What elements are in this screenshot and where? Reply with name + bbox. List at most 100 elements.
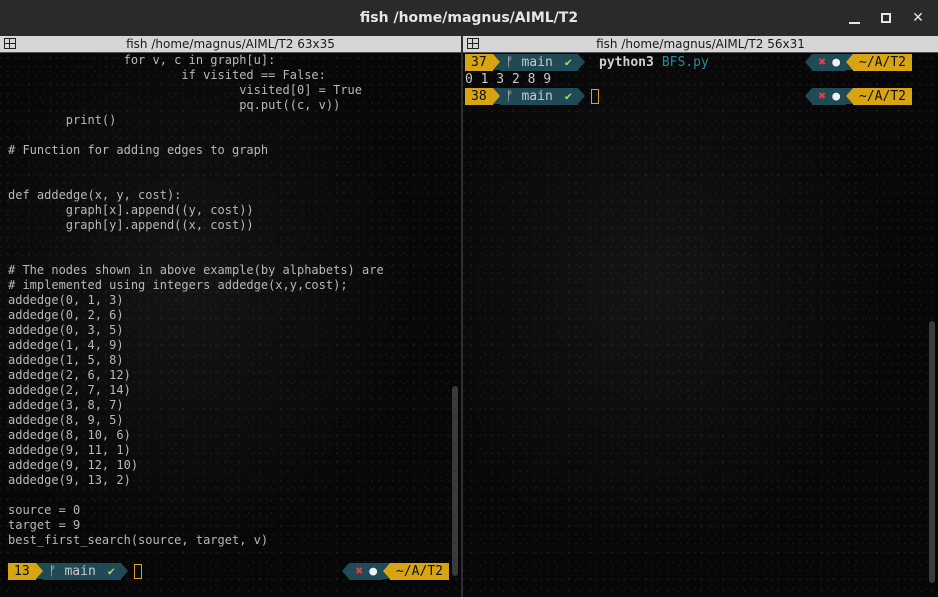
line-number-badge: 13 [8, 563, 36, 580]
text-cursor[interactable] [591, 89, 600, 104]
status-segment: ✖ ● [812, 54, 847, 71]
branch-name: main [521, 55, 553, 70]
shell-prompt: 37 ᚠ main ✔ python3 BFS.py [465, 54, 709, 71]
code-line: addedge(8, 9, 5) [8, 413, 124, 427]
window-titlebar: fish /home/magnus/AIML/T2 ✕ [0, 0, 938, 36]
separator-icon [342, 563, 350, 579]
status-segment: ✖ ● [812, 88, 847, 105]
code-line: addedge(8, 10, 6) [8, 428, 131, 442]
shell-prompt: 38 ᚠ main ✔ [465, 88, 600, 105]
program-output: 0 1 3 2 8 9 [465, 72, 552, 87]
right-prompt: ✖ ● ~/A/T2 [342, 563, 449, 580]
git-branch-segment: ᚠ main [499, 88, 559, 105]
pane-tab-title: fish /home/magnus/AIML/T2 56x31 [596, 37, 805, 51]
dot-icon: ● [832, 89, 841, 104]
code-line: # implemented using integers addedge(x,y… [8, 278, 348, 292]
split-view-icon[interactable] [467, 38, 479, 49]
branch-name: main [521, 89, 553, 104]
code-line: addedge(9, 13, 2) [8, 473, 131, 487]
code-line: addedge(0, 2, 6) [8, 308, 124, 322]
git-branch-segment: ᚠ main [499, 54, 559, 71]
error-icon: ✖ [355, 564, 364, 579]
minimize-icon[interactable] [846, 10, 862, 26]
status-segment: ✖ ● [349, 563, 384, 580]
check-icon: ✔ [558, 88, 579, 105]
current-directory: ~/A/T2 [853, 54, 912, 71]
code-line: target = 9 [8, 518, 81, 532]
code-line: source = 0 [8, 503, 81, 517]
separator-icon [121, 563, 129, 579]
maximize-icon[interactable] [878, 10, 894, 26]
git-branch-segment: ᚠ main [42, 563, 102, 580]
split-view-icon[interactable] [4, 38, 16, 49]
git-branch-icon: ᚠ [48, 564, 57, 579]
check-icon: ✔ [101, 563, 122, 580]
pane-tab-right[interactable]: fish /home/magnus/AIML/T2 56x31 [463, 36, 938, 53]
code-line: # Function for adding edges to graph [8, 143, 269, 157]
code-line: def addedge(x, y, cost): [8, 188, 182, 202]
code-line: addedge(0, 1, 3) [8, 293, 124, 307]
code-line: addedge(0, 3, 5) [8, 323, 124, 337]
code-line: visited[0] = True [8, 83, 363, 97]
code-line: addedge(2, 6, 12) [8, 368, 131, 382]
code-line: print() [8, 113, 117, 127]
line-number-badge: 38 [465, 88, 493, 105]
code-line: addedge(1, 5, 8) [8, 353, 124, 367]
check-icon: ✔ [558, 54, 579, 71]
window-controls: ✕ [846, 0, 926, 36]
shell-prompt: 13 ᚠ main ✔ [8, 563, 143, 580]
code-line: addedge(1, 4, 9) [8, 338, 124, 352]
line-number-badge: 37 [465, 54, 493, 71]
code-line: addedge(9, 12, 10) [8, 458, 139, 472]
code-line: best_first_search(source, target, v) [8, 533, 269, 547]
command-text: python3 [599, 55, 654, 70]
terminal-pane-right[interactable]: fish /home/magnus/AIML/T2 56x31 37 ᚠ mai… [463, 36, 938, 597]
error-icon: ✖ [818, 55, 827, 70]
error-icon: ✖ [818, 89, 827, 104]
dot-icon: ● [369, 564, 378, 579]
code-line: if visited == False: [8, 68, 326, 82]
code-line: addedge(3, 8, 7) [8, 398, 124, 412]
separator-icon [805, 54, 813, 70]
right-prompt: ✖ ● ~/A/T2 [805, 88, 912, 105]
scrollbar[interactable] [452, 386, 458, 576]
pane-tab-left[interactable]: fish /home/magnus/AIML/T2 63x35 [0, 36, 461, 53]
separator-icon [492, 88, 500, 104]
close-icon[interactable]: ✕ [910, 10, 926, 26]
terminal-pane-left[interactable]: fish /home/magnus/AIML/T2 63x35 for v, c… [0, 36, 461, 597]
code-listing: for v, c in graph[u]: if visited == Fals… [8, 53, 447, 548]
separator-icon [846, 88, 854, 104]
code-line: addedge(2, 7, 14) [8, 383, 131, 397]
right-prompt: ✖ ● ~/A/T2 [805, 54, 912, 71]
scrollbar[interactable] [929, 321, 935, 583]
code-line: graph[x].append((y, cost)) [8, 203, 254, 217]
dot-icon: ● [832, 55, 841, 70]
text-cursor[interactable] [134, 564, 143, 579]
branch-name: main [64, 564, 96, 579]
window-title: fish /home/magnus/AIML/T2 [359, 10, 579, 26]
separator-icon [578, 88, 586, 104]
current-directory: ~/A/T2 [390, 563, 449, 580]
separator-icon [383, 563, 391, 579]
pane-tab-title: fish /home/magnus/AIML/T2 63x35 [126, 37, 335, 51]
separator-icon [578, 54, 586, 70]
code-line: # The nodes shown in above example(by al… [8, 263, 384, 277]
code-line: for v, c in graph[u]: [8, 53, 276, 67]
current-directory: ~/A/T2 [853, 88, 912, 105]
separator-icon [492, 54, 500, 70]
command-argument: BFS.py [661, 55, 709, 70]
git-branch-icon: ᚠ [505, 55, 514, 70]
separator-icon [846, 54, 854, 70]
git-branch-icon: ᚠ [505, 89, 514, 104]
code-line: graph[y].append((x, cost)) [8, 218, 254, 232]
code-line: addedge(9, 11, 1) [8, 443, 131, 457]
separator-icon [35, 563, 43, 579]
code-line: pq.put((c, v)) [8, 98, 341, 112]
separator-icon [805, 88, 813, 104]
